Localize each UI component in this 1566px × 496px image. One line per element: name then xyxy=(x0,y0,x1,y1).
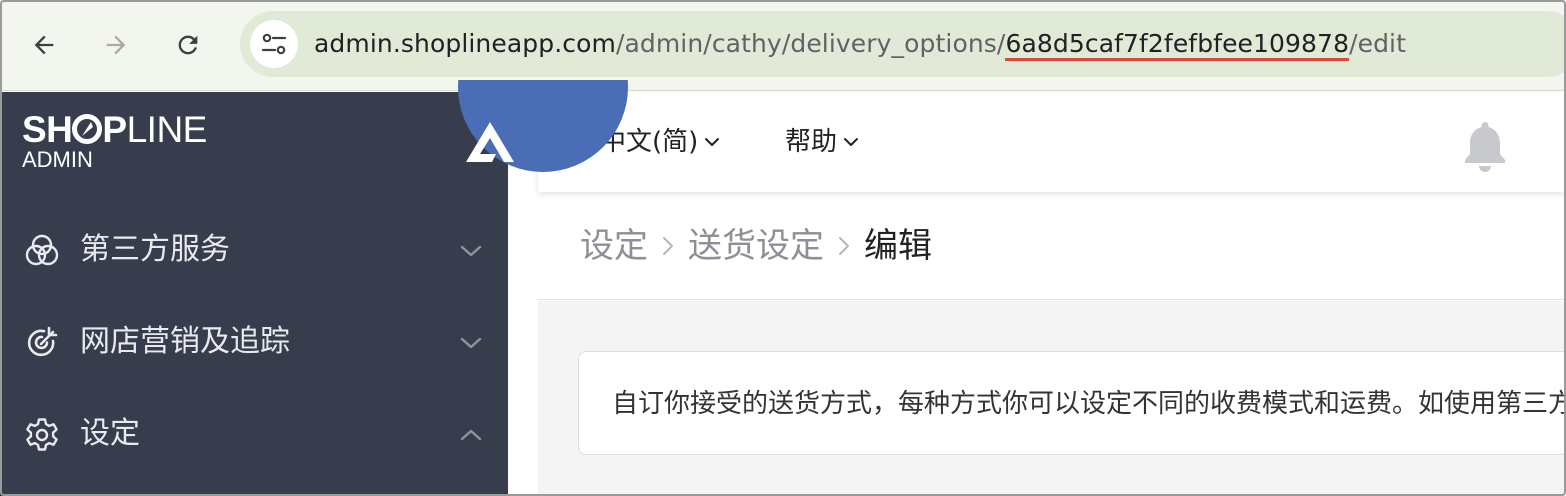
gear-icon xyxy=(26,418,58,451)
top-bar: 中文(简) 帮助 xyxy=(538,92,1566,192)
sidebar-item-settings[interactable]: 设定 xyxy=(0,388,508,480)
arrow-right-icon xyxy=(106,35,126,55)
url-highlighted-id: 6a8d5caf7f2fefbfee109878 xyxy=(1005,29,1350,61)
site-info-button[interactable] xyxy=(250,20,298,68)
url-text[interactable]: admin.shoplineapp.com/admin/cathy/delive… xyxy=(314,26,1406,62)
help-label: 帮助 xyxy=(785,127,838,157)
url-host: admin.shoplineapp.com xyxy=(314,29,616,58)
sidebar-item-label: 第三方服务 xyxy=(80,232,230,267)
page-header: 设定 送货设定 编辑 xyxy=(538,192,1566,300)
sidebar-item-label: 设定 xyxy=(80,416,140,451)
chevron-down-icon xyxy=(460,337,482,349)
chevron-down-icon xyxy=(844,138,859,146)
chevron-down-icon xyxy=(705,138,720,146)
main-content: 自订你接受的送货方式，每种方式你可以设定不同的收费模式和运费。如使用第三方物流服… xyxy=(538,301,1566,496)
chevron-down-icon xyxy=(460,245,482,257)
overlapping-circles-icon xyxy=(25,234,59,266)
bell-icon[interactable] xyxy=(1460,120,1510,172)
back-button[interactable] xyxy=(21,22,67,68)
breadcrumb: 设定 送货设定 编辑 xyxy=(580,224,932,268)
tune-icon xyxy=(261,33,287,55)
address-bar[interactable]: admin.shoplineapp.com/admin/cathy/delive… xyxy=(240,11,1566,77)
sidebar-item-label: 网店营销及追踪 xyxy=(80,324,290,359)
logo-o-icon xyxy=(72,114,103,144)
sidebar-item-third-party-services[interactable]: 第三方服务 xyxy=(0,204,508,296)
url-path-suffix: /edit xyxy=(1349,29,1406,58)
sidebar-item-marketing-tracking[interactable]: 网店营销及追踪 xyxy=(0,296,508,388)
help-dropdown[interactable]: 帮助 xyxy=(785,124,859,160)
chevron-up-icon xyxy=(460,429,482,441)
breadcrumb-item-current: 编辑 xyxy=(864,226,932,266)
brand-wordmark: SH PLINE xyxy=(22,109,207,150)
logo[interactable]: SH PLINE ADMIN xyxy=(0,92,508,192)
forward-button[interactable] xyxy=(93,22,139,68)
description-text: 自订你接受的送货方式，每种方式你可以设定不同的收费模式和运费。如使用第三方物流服… xyxy=(612,389,1566,419)
chevron-right-icon xyxy=(663,237,673,255)
sidebar-menu: 第三方服务 网店营销及追踪 设定 xyxy=(0,204,508,480)
reload-button[interactable] xyxy=(165,22,211,68)
store-switcher-avatar[interactable] xyxy=(458,80,628,172)
breadcrumb-item-settings[interactable]: 设定 xyxy=(580,224,648,268)
admin-label: ADMIN xyxy=(22,147,93,172)
target-icon xyxy=(27,326,58,357)
store-logo-icon xyxy=(466,122,514,162)
description-card: 自订你接受的送货方式，每种方式你可以设定不同的收费模式和运费。如使用第三方物流服… xyxy=(578,351,1566,455)
reload-icon xyxy=(178,35,198,55)
chevron-right-icon xyxy=(839,237,849,255)
sidebar: SH PLINE ADMIN 第三方服务 网店营销及追踪 设定 xyxy=(0,92,508,496)
url-path: /admin/cathy/delivery_options/ xyxy=(615,29,1006,58)
breadcrumb-item-delivery-settings[interactable]: 送货设定 xyxy=(688,224,824,268)
browser-toolbar: admin.shoplineapp.com/admin/cathy/delive… xyxy=(0,0,1566,91)
arrow-left-icon xyxy=(34,35,54,55)
